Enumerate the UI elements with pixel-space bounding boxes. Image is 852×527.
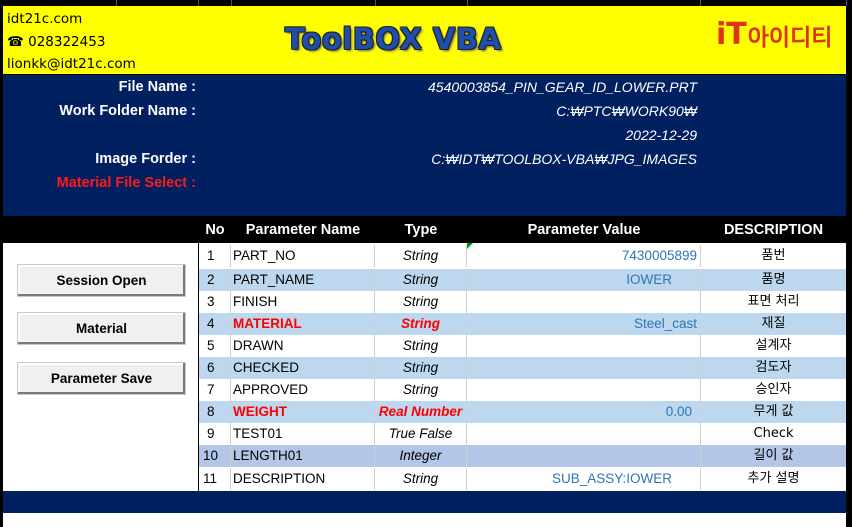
cell-name[interactable]: MATERIAL	[231, 313, 375, 335]
cell-type: String	[375, 269, 467, 291]
col-header-name: Parameter Name	[245, 222, 361, 238]
cell-no: 2	[199, 269, 231, 291]
cell-type: String	[375, 468, 467, 490]
cell-value[interactable]	[467, 291, 701, 313]
col-header-description: DESCRIPTION	[723, 222, 824, 238]
cell-name[interactable]: DRAWN	[231, 335, 375, 357]
material-button[interactable]: Material	[17, 312, 186, 345]
cell-type: Real Number	[375, 401, 467, 423]
table-row[interactable]: 11 DESCRIPTION String SUB_ASSY:IOWER 추가 …	[199, 468, 846, 490]
work-folder-value: C:₩PTC₩WORK90₩	[556, 103, 697, 119]
cell-value[interactable]: SUB_ASSY:IOWER	[467, 468, 701, 490]
table-row[interactable]: 10 LENGTH01 Integer 길이 값	[199, 445, 846, 467]
cell-type: Integer	[375, 445, 467, 467]
col-header-value: Parameter Value	[527, 222, 641, 238]
cell-name[interactable]: CHECKED	[231, 357, 375, 379]
date-value: 2022-12-29	[625, 127, 697, 143]
cell-description: 품명	[761, 272, 786, 287]
contact-website: idt21c.com	[7, 11, 83, 27]
cell-description: 재질	[761, 316, 786, 331]
cell-no: 3	[199, 291, 231, 313]
contact-phone: ☎ 028322453	[7, 34, 106, 50]
logo-text: 아이디티	[747, 25, 833, 51]
contact-email: lionkk@idt21c.com	[7, 56, 136, 72]
cell-description: 추가 설명	[747, 471, 800, 486]
cell-no: 1	[199, 245, 231, 267]
cell-description: Check	[753, 426, 794, 441]
cell-type: String	[375, 313, 467, 335]
cell-name[interactable]: PART_NO	[231, 245, 375, 267]
file-name-value: 4540003854_PIN_GEAR_ID_LOWER.PRT	[428, 79, 697, 95]
cell-no: 8	[199, 401, 231, 423]
image-folder-value: C:₩IDT₩TOOLBOX-VBA₩JPG_IMAGES	[431, 151, 697, 167]
cell-no: 10	[199, 445, 231, 467]
cell-type: True False	[375, 423, 467, 445]
cell-name[interactable]: PART_NAME	[231, 269, 375, 291]
cell-description: 검도자	[755, 360, 792, 375]
cell-type: String	[375, 379, 467, 401]
cell-value[interactable]	[467, 445, 701, 467]
cell-no: 9	[199, 423, 231, 445]
table-row[interactable]: 1 PART_NO String 7430005899 품번	[199, 245, 846, 267]
cell-description: 설계자	[755, 338, 792, 353]
cell-name[interactable]: DESCRIPTION	[231, 468, 375, 490]
cell-type: String	[375, 245, 467, 267]
parameter-save-button[interactable]: Parameter Save	[17, 362, 186, 395]
cell-value[interactable]	[467, 357, 701, 379]
cell-type: String	[375, 357, 467, 379]
cell-description: 무게 값	[753, 404, 794, 419]
cell-name[interactable]: TEST01	[231, 423, 375, 445]
cell-value[interactable]	[467, 423, 701, 445]
header-banner: idt21c.com ☎ 028322453 lionkk@idt21c.com…	[3, 6, 846, 74]
app-title: ToolBOX VBA	[285, 22, 502, 56]
cell-name[interactable]: LENGTH01	[231, 445, 375, 467]
col-header-type: Type	[404, 222, 438, 238]
logo-mark: iT	[716, 17, 747, 52]
cell-description: 승인자	[755, 382, 792, 397]
sheet-area	[3, 513, 846, 527]
cell-value[interactable]: IOWER	[467, 269, 701, 291]
company-logo: iT 아이디티	[716, 18, 832, 52]
table-row[interactable]: 3 FINISH String 표면 처리	[199, 291, 846, 313]
file-info-panel: File Name : 4540003854_PIN_GEAR_ID_LOWER…	[3, 75, 846, 216]
cell-type: String	[375, 291, 467, 313]
table-row[interactable]: 6 CHECKED String 검도자	[199, 357, 846, 379]
table-row[interactable]: 2 PART_NAME String IOWER 품명	[199, 269, 846, 291]
material-file-select-label[interactable]: Material File Select :	[57, 175, 196, 191]
image-folder-label: Image Forder :	[95, 151, 196, 167]
cell-name[interactable]: FINISH	[231, 291, 375, 313]
cell-value[interactable]	[467, 379, 701, 401]
table-row[interactable]: 8 WEIGHT Real Number 0.00 무게 값	[199, 401, 846, 423]
cell-no: 11	[199, 468, 231, 490]
table-row[interactable]: 5 DRAWN String 설계자	[199, 335, 846, 357]
parameter-table-header: No Parameter Name Type Parameter Value D…	[199, 220, 846, 243]
footer-bar	[3, 491, 846, 513]
cell-description: 품번	[761, 248, 786, 263]
cell-no: 6	[199, 357, 231, 379]
cell-type: String	[375, 335, 467, 357]
col-header-no: No	[205, 222, 225, 238]
table-row[interactable]: 4 MATERIAL String Steel_cast 재질	[199, 313, 846, 335]
cell-no: 7	[199, 379, 231, 401]
table-row[interactable]: 7 APPROVED String 승인자	[199, 379, 846, 401]
cell-no: 4	[199, 313, 231, 335]
button-panel: Session Open Material Parameter Save	[3, 243, 198, 491]
cell-description: 표면 처리	[747, 294, 800, 309]
session-open-button[interactable]: Session Open	[17, 264, 186, 297]
cell-description: 길이 값	[753, 448, 794, 463]
cell-name[interactable]: APPROVED	[231, 379, 375, 401]
parameter-table: 1 PART_NO String 7430005899 품번 2 PART_NA…	[199, 243, 846, 491]
table-row[interactable]: 9 TEST01 True False Check	[199, 423, 846, 445]
cell-name[interactable]: WEIGHT	[231, 401, 375, 423]
cell-no: 5	[199, 335, 231, 357]
cell-value[interactable]: 0.00	[467, 401, 701, 423]
file-name-label: File Name :	[118, 79, 196, 95]
cell-value[interactable]	[467, 335, 701, 357]
cell-value[interactable]: Steel_cast	[467, 313, 701, 335]
cell-value[interactable]: 7430005899	[467, 245, 701, 267]
work-folder-label: Work Folder Name :	[59, 103, 196, 119]
